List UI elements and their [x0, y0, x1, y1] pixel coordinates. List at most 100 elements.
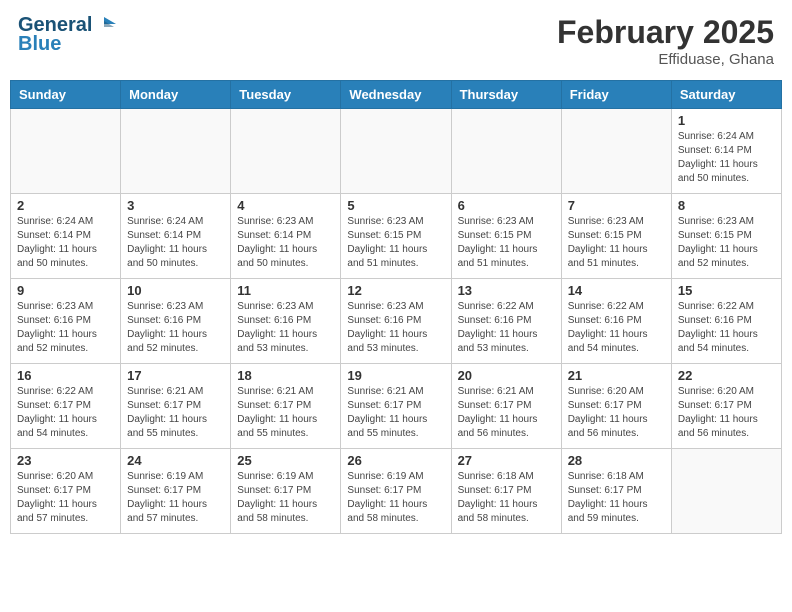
- calendar-cell: 3 Sunrise: 6:24 AM Sunset: 6:14 PM Daylig…: [121, 194, 231, 279]
- day-number: 1: [678, 113, 775, 128]
- calendar-cell: 5 Sunrise: 6:23 AM Sunset: 6:15 PM Daylig…: [341, 194, 451, 279]
- weekday-header-sunday: Sunday: [11, 81, 121, 109]
- day-info: Sunrise: 6:23 AM Sunset: 6:15 PM Dayligh…: [458, 215, 555, 271]
- day-number: 25: [237, 453, 334, 468]
- calendar-cell: 21Sunrise: 6:20 AM Sunset: 6:17 PM Dayli…: [561, 364, 671, 449]
- day-number: 3: [127, 198, 224, 213]
- week-row-4: 16 Sunrise: 6:22 AM Sunset: 6:17 PM Dayli…: [11, 364, 782, 449]
- weekday-header-wednesday: Wednesday: [341, 81, 451, 109]
- calendar-cell: 23 Sunrise: 6:20 AM Sunset: 6:17 PM Dayli…: [11, 449, 121, 534]
- day-number: 4: [237, 198, 334, 213]
- day-number: 23: [17, 453, 114, 468]
- day-number: 15: [678, 283, 775, 298]
- week-row-3: 9 Sunrise: 6:23 AM Sunset: 6:16 PM Daylig…: [11, 279, 782, 364]
- day-number: 9: [17, 283, 114, 298]
- day-info: Sunrise: 6:20 AM Sunset: 6:17 PM Dayligh…: [17, 470, 114, 526]
- day-info: Sunrise: 6:23 AM Sunset: 6:16 PM Dayligh…: [127, 300, 224, 356]
- day-info: Sunrise: 6:22 AM Sunset: 6:16 PM Dayligh…: [568, 300, 665, 356]
- day-number: 2: [17, 198, 114, 213]
- day-number: 27: [458, 453, 555, 468]
- day-number: 14: [568, 283, 665, 298]
- calendar-cell: 28 Sunrise: 6:18 AM Sunset: 6:17 PM Dayli…: [561, 449, 671, 534]
- day-info: Sunrise: 6:23 AM Sunset: 6:14 PM Dayligh…: [237, 215, 334, 271]
- calendar-cell: [561, 109, 671, 194]
- weekday-header-row: SundayMondayTuesdayWednesdayThursdayFrid…: [11, 81, 782, 109]
- calendar-cell: 14 Sunrise: 6:22 AM Sunset: 6:16 PM Dayli…: [561, 279, 671, 364]
- logo-bird-icon: [94, 15, 116, 33]
- calendar-cell: 17 Sunrise: 6:21 AM Sunset: 6:17 PM Dayli…: [121, 364, 231, 449]
- calendar-cell: 20 Sunrise: 6:21 AM Sunset: 6:17 PM Dayli…: [451, 364, 561, 449]
- day-info: Sunrise: 6:23 AM Sunset: 6:15 PM Dayligh…: [678, 215, 775, 271]
- day-number: 7: [568, 198, 665, 213]
- logo-blue: Blue: [18, 33, 61, 56]
- day-number: 5: [347, 198, 444, 213]
- calendar-cell: 27 Sunrise: 6:18 AM Sunset: 6:17 PM Dayli…: [451, 449, 561, 534]
- calendar-cell: 2 Sunrise: 6:24 AM Sunset: 6:14 PM Daylig…: [11, 194, 121, 279]
- calendar-cell: 1 Sunrise: 6:24 AM Sunset: 6:14 PM Daylig…: [671, 109, 781, 194]
- calendar-cell: [451, 109, 561, 194]
- calendar-cell: [121, 109, 231, 194]
- calendar-cell: 18 Sunrise: 6:21 AM Sunset: 6:17 PM Dayli…: [231, 364, 341, 449]
- calendar-cell: 6 Sunrise: 6:23 AM Sunset: 6:15 PM Daylig…: [451, 194, 561, 279]
- day-info: Sunrise: 6:24 AM Sunset: 6:14 PM Dayligh…: [678, 130, 775, 186]
- calendar-cell: 13Sunrise: 6:22 AM Sunset: 6:16 PM Dayli…: [451, 279, 561, 364]
- calendar-cell: 24 Sunrise: 6:19 AM Sunset: 6:17 PM Dayli…: [121, 449, 231, 534]
- day-info: Sunrise: 6:18 AM Sunset: 6:17 PM Dayligh…: [458, 470, 555, 526]
- day-info: Sunrise: 6:21 AM Sunset: 6:17 PM Dayligh…: [458, 385, 555, 441]
- weekday-header-friday: Friday: [561, 81, 671, 109]
- weekday-header-saturday: Saturday: [671, 81, 781, 109]
- day-info: Sunrise: 6:23 AM Sunset: 6:16 PM Dayligh…: [17, 300, 114, 356]
- day-number: 6: [458, 198, 555, 213]
- day-number: 10: [127, 283, 224, 298]
- day-info: Sunrise: 6:22 AM Sunset: 6:17 PM Dayligh…: [17, 385, 114, 441]
- day-number: 20: [458, 368, 555, 383]
- calendar-cell: 12Sunrise: 6:23 AM Sunset: 6:16 PM Dayli…: [341, 279, 451, 364]
- day-info: Sunrise: 6:21 AM Sunset: 6:17 PM Dayligh…: [347, 385, 444, 441]
- calendar-cell: [231, 109, 341, 194]
- calendar-cell: 9 Sunrise: 6:23 AM Sunset: 6:16 PM Daylig…: [11, 279, 121, 364]
- weekday-header-thursday: Thursday: [451, 81, 561, 109]
- day-number: 18: [237, 368, 334, 383]
- calendar-cell: 19 Sunrise: 6:21 AM Sunset: 6:17 PM Dayli…: [341, 364, 451, 449]
- day-number: 17: [127, 368, 224, 383]
- calendar-cell: 7 Sunrise: 6:23 AM Sunset: 6:15 PM Daylig…: [561, 194, 671, 279]
- day-number: 16: [17, 368, 114, 383]
- week-row-1: 1 Sunrise: 6:24 AM Sunset: 6:14 PM Daylig…: [11, 109, 782, 194]
- day-number: 12: [347, 283, 444, 298]
- day-info: Sunrise: 6:18 AM Sunset: 6:17 PM Dayligh…: [568, 470, 665, 526]
- week-row-5: 23 Sunrise: 6:20 AM Sunset: 6:17 PM Dayli…: [11, 449, 782, 534]
- day-info: Sunrise: 6:22 AM Sunset: 6:16 PM Dayligh…: [678, 300, 775, 356]
- day-number: 22: [678, 368, 775, 383]
- month-year-title: February 2025: [557, 14, 774, 51]
- day-number: 11: [237, 283, 334, 298]
- day-number: 28: [568, 453, 665, 468]
- calendar-cell: 25 Sunrise: 6:19 AM Sunset: 6:17 PM Dayli…: [231, 449, 341, 534]
- calendar-cell: [341, 109, 451, 194]
- day-info: Sunrise: 6:21 AM Sunset: 6:17 PM Dayligh…: [237, 385, 334, 441]
- calendar-table: SundayMondayTuesdayWednesdayThursdayFrid…: [10, 80, 782, 534]
- calendar-cell: [671, 449, 781, 534]
- day-info: Sunrise: 6:23 AM Sunset: 6:15 PM Dayligh…: [568, 215, 665, 271]
- day-number: 26: [347, 453, 444, 468]
- calendar-cell: 11 Sunrise: 6:23 AM Sunset: 6:16 PM Dayli…: [231, 279, 341, 364]
- day-info: Sunrise: 6:21 AM Sunset: 6:17 PM Dayligh…: [127, 385, 224, 441]
- weekday-header-monday: Monday: [121, 81, 231, 109]
- day-info: Sunrise: 6:24 AM Sunset: 6:14 PM Dayligh…: [127, 215, 224, 271]
- calendar-cell: 4 Sunrise: 6:23 AM Sunset: 6:14 PM Daylig…: [231, 194, 341, 279]
- day-info: Sunrise: 6:24 AM Sunset: 6:14 PM Dayligh…: [17, 215, 114, 271]
- calendar-cell: 16 Sunrise: 6:22 AM Sunset: 6:17 PM Dayli…: [11, 364, 121, 449]
- week-row-2: 2 Sunrise: 6:24 AM Sunset: 6:14 PM Daylig…: [11, 194, 782, 279]
- logo: General Blue: [18, 14, 116, 56]
- day-info: Sunrise: 6:19 AM Sunset: 6:17 PM Dayligh…: [127, 470, 224, 526]
- calendar-cell: [11, 109, 121, 194]
- day-info: Sunrise: 6:23 AM Sunset: 6:16 PM Dayligh…: [237, 300, 334, 356]
- calendar-cell: 26 Sunrise: 6:19 AM Sunset: 6:17 PM Dayli…: [341, 449, 451, 534]
- day-number: 19: [347, 368, 444, 383]
- day-info: Sunrise: 6:19 AM Sunset: 6:17 PM Dayligh…: [347, 470, 444, 526]
- day-number: 21: [568, 368, 665, 383]
- day-info: Sunrise: 6:19 AM Sunset: 6:17 PM Dayligh…: [237, 470, 334, 526]
- weekday-header-tuesday: Tuesday: [231, 81, 341, 109]
- day-info: Sunrise: 6:23 AM Sunset: 6:15 PM Dayligh…: [347, 215, 444, 271]
- calendar-cell: 8Sunrise: 6:23 AM Sunset: 6:15 PM Daylig…: [671, 194, 781, 279]
- day-number: 24: [127, 453, 224, 468]
